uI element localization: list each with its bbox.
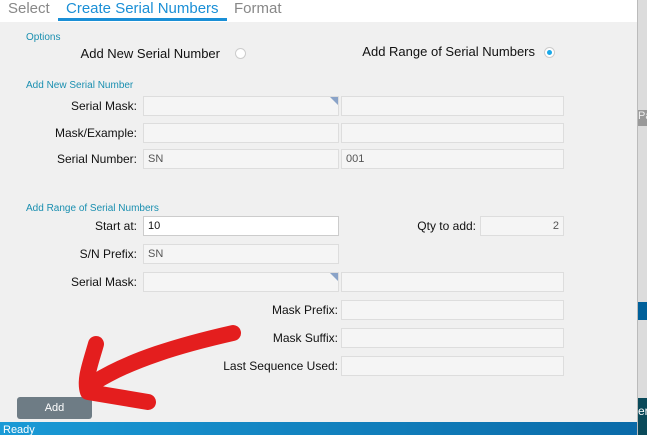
serial-number-label: Serial Number: (56, 152, 137, 166)
range-serial-mask-input[interactable] (143, 272, 339, 292)
serial-number-prefix-input[interactable]: SN (143, 149, 339, 169)
serial-mask-input-2[interactable] (341, 96, 564, 116)
range-serial-mask-input-2[interactable] (341, 272, 564, 292)
mask-suffix-label: Mask Suffix: (272, 331, 338, 345)
qty-to-add-input[interactable]: 2 (480, 216, 564, 236)
qty-to-add-label: Qty to add: (417, 219, 476, 233)
add-range-option-label: Add Range of Serial Numbers (362, 44, 535, 59)
add-new-option-label: Add New Serial Number (80, 46, 220, 61)
background-window: Pa er (637, 0, 647, 435)
status-bar: Ready (0, 422, 637, 435)
serial-mask-label: Serial Mask: (70, 99, 137, 113)
mask-prefix-input[interactable] (341, 300, 564, 320)
background-text: Pa (638, 110, 647, 126)
mask-prefix-label: Mask Prefix: (271, 303, 338, 317)
serial-mask-input[interactable] (143, 96, 339, 116)
last-sequence-label: Last Sequence Used: (223, 359, 338, 373)
add-range-heading: Add Range of Serial Numbers (26, 203, 159, 214)
options-heading: Options (26, 32, 61, 43)
tab-bar: Select Create Serial Numbers Format (0, 0, 637, 22)
last-sequence-input[interactable] (341, 356, 564, 376)
tab-select[interactable]: Select (8, 0, 50, 18)
add-new-heading: Add New Serial Number (26, 80, 134, 91)
mask-suffix-input[interactable] (341, 328, 564, 348)
tab-create-serial-numbers[interactable]: Create Serial Numbers (58, 0, 227, 21)
start-at-label: Start at: (94, 219, 137, 233)
add-button[interactable]: Add (17, 397, 92, 419)
add-range-radio[interactable] (544, 47, 555, 58)
range-serial-mask-label: Serial Mask: (70, 275, 137, 289)
sn-prefix-input[interactable]: SN (143, 244, 339, 264)
background-bar (638, 302, 647, 320)
sn-prefix-label: S/N Prefix: (79, 247, 137, 261)
serial-number-input[interactable]: 001 (341, 149, 564, 169)
mask-example-input[interactable] (143, 123, 339, 143)
background-text: er (638, 398, 647, 435)
tab-format[interactable]: Format (234, 0, 282, 18)
mask-example-input-2[interactable] (341, 123, 564, 143)
mask-example-label: Mask/Example: (54, 126, 137, 140)
add-new-radio[interactable] (235, 48, 246, 59)
